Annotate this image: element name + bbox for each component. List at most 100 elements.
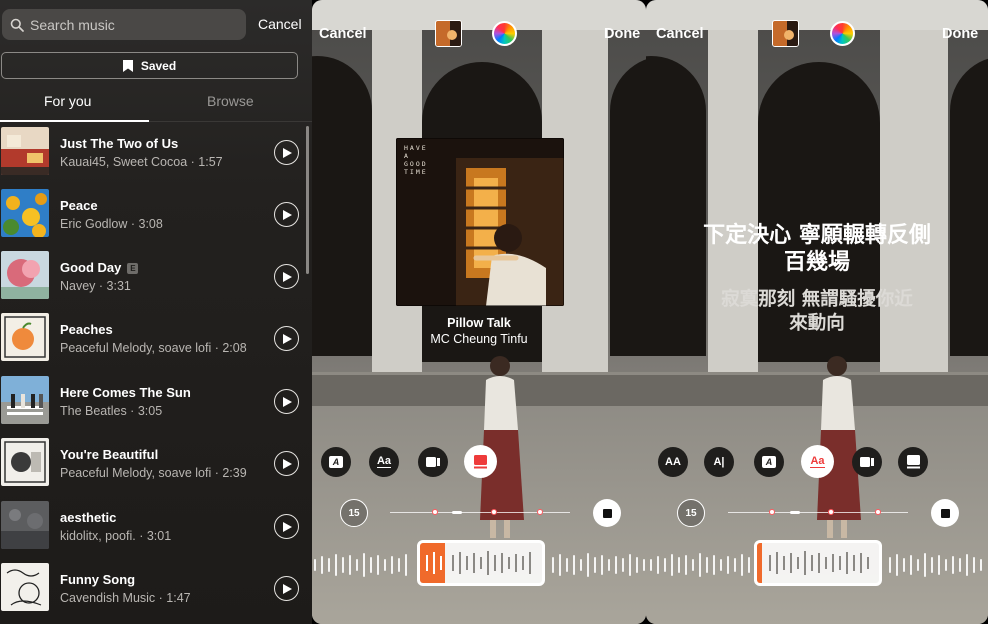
play-button[interactable] (274, 451, 299, 476)
lyric-text: 百幾場 (783, 250, 850, 275)
play-button[interactable] (274, 514, 299, 539)
play-icon (283, 271, 292, 282)
caps-style-button[interactable]: AA (658, 447, 688, 477)
video-style-button[interactable] (852, 447, 882, 477)
list-item[interactable]: Peaches Peaceful Melody, soave lofi · 2:… (0, 309, 312, 371)
playhead[interactable] (452, 511, 462, 514)
play-icon (283, 147, 292, 158)
lyric-marker (537, 509, 543, 515)
song-title: Just The Two of Us (60, 136, 179, 151)
list-item[interactable]: aesthetic kidolitx, poofi. · 3:01 (0, 497, 312, 559)
tab-bar: For you Browse (0, 88, 312, 122)
list-item[interactable]: You're Beautiful Peaceful Melody, soave … (0, 434, 312, 496)
typewriter-style-button[interactable]: A| (704, 447, 734, 477)
selected-waveform (769, 551, 869, 575)
play-icon (283, 521, 292, 532)
song-title: Here Comes The Sun (60, 385, 191, 400)
list-item[interactable]: Here Comes The Sun The Beatles · 3:05 (0, 372, 312, 434)
tab-for-you[interactable]: For you (44, 93, 91, 109)
scrollbar[interactable] (306, 126, 309, 274)
music-search-panel: Cancel Saved For you Browse Just The Two… (0, 0, 312, 624)
album-art (1, 438, 49, 486)
cancel-button[interactable]: Cancel (319, 26, 367, 42)
clip-selector[interactable] (417, 540, 545, 586)
lyric-next-line[interactable]: 寂寞那刻 無謂騷擾你近 來動向 (646, 288, 988, 336)
lyric-text: 寂寞那刻 無謂騷擾你近 (721, 289, 913, 310)
list-item[interactable]: Peace Eric Godlow · 3:08 (0, 185, 312, 247)
lyric-current-line[interactable]: 下定決心 寧願輾轉反側 百幾場 (646, 222, 988, 276)
song-meta: The Beatles · 3:05 (60, 404, 163, 418)
album-style-button[interactable] (464, 445, 497, 478)
video-style-button[interactable] (418, 447, 448, 477)
play-button[interactable] (274, 140, 299, 165)
play-button[interactable] (274, 202, 299, 227)
duration-button[interactable]: 15 (340, 499, 368, 527)
saved-label: Saved (140, 58, 177, 73)
album-thumbnail[interactable] (772, 20, 799, 47)
search-input[interactable] (30, 16, 230, 33)
lyric-marker (875, 509, 881, 515)
playhead[interactable] (790, 511, 800, 514)
explicit-badge: E (127, 263, 139, 274)
duration-button[interactable]: 15 (677, 499, 705, 527)
album-art (1, 127, 49, 175)
done-button[interactable]: Done (942, 26, 978, 42)
font-button[interactable]: Aa (801, 445, 834, 478)
lyric-marker (769, 509, 775, 515)
song-meta: Navey · 3:31 (60, 279, 131, 293)
album-style-button[interactable] (898, 447, 928, 477)
saved-button[interactable]: Saved (1, 52, 298, 79)
song-meta: kidolitx, poofi. · 3:01 (60, 529, 172, 543)
album-art (1, 251, 49, 299)
song-title: Peaches (60, 322, 113, 337)
song-title: You're Beautiful (60, 447, 159, 462)
color-picker-button[interactable] (830, 21, 855, 46)
play-icon (283, 583, 292, 594)
clip-selector[interactable] (754, 540, 882, 586)
lyric-marker (491, 509, 497, 515)
album-sticker[interactable]: HAVE A GOOD TIME (396, 138, 564, 306)
play-icon (283, 209, 292, 220)
list-item[interactable]: Good Day E Navey · 3:31 (0, 247, 312, 309)
song-artist: MC Cheung Tinfu (430, 332, 528, 346)
scrub-track[interactable] (390, 512, 570, 513)
story-editor-lyrics: Cancel Done 下定決心 寧願輾轉反側 百幾場 寂寞那刻 無謂騷擾你近 … (646, 0, 988, 624)
list-item[interactable]: Just The Two of Us Kauai45, Sweet Cocoa … (0, 123, 312, 185)
tab-browse[interactable]: Browse (207, 93, 254, 109)
typewriter-style-icon: A| (713, 456, 725, 468)
cancel-button[interactable]: Cancel (656, 26, 704, 42)
stop-button[interactable] (931, 499, 959, 527)
play-button[interactable] (274, 264, 299, 289)
list-item[interactable]: Funny Song Cavendish Music · 1:47 (0, 559, 312, 621)
album-card-icon (906, 455, 920, 469)
play-button[interactable] (274, 389, 299, 414)
play-icon (283, 396, 292, 407)
play-button[interactable] (274, 576, 299, 601)
arch-opening (610, 56, 646, 356)
video-icon (426, 457, 440, 467)
album-thumbnail[interactable] (435, 20, 462, 47)
video-icon (860, 457, 874, 467)
font-button[interactable]: Aa (369, 447, 399, 477)
search-bar[interactable] (2, 9, 246, 40)
text-style-button[interactable]: A (321, 447, 351, 477)
arch-opening (312, 56, 372, 356)
text-style-button[interactable]: A (754, 447, 784, 477)
search-icon (10, 18, 24, 32)
lyric-text: 來動向 (789, 313, 845, 334)
scrub-track[interactable] (728, 512, 908, 513)
text-style-icon: A (329, 456, 343, 468)
album-card-icon (474, 454, 487, 468)
color-picker-button[interactable] (492, 21, 517, 46)
cancel-button[interactable]: Cancel (258, 16, 302, 32)
album-art (1, 313, 49, 361)
play-button[interactable] (274, 326, 299, 351)
song-meta: Peaceful Melody, soave lofi · 2:39 (60, 466, 247, 480)
song-meta: Kauai45, Sweet Cocoa · 1:57 (60, 155, 223, 169)
song-meta: Eric Godlow · 3:08 (60, 217, 163, 231)
font-icon: Aa (810, 454, 825, 468)
bookmark-icon (122, 59, 133, 72)
song-meta: Peaceful Melody, soave lofi · 2:08 (60, 341, 247, 355)
done-button[interactable]: Done (604, 26, 640, 42)
stop-button[interactable] (593, 499, 621, 527)
